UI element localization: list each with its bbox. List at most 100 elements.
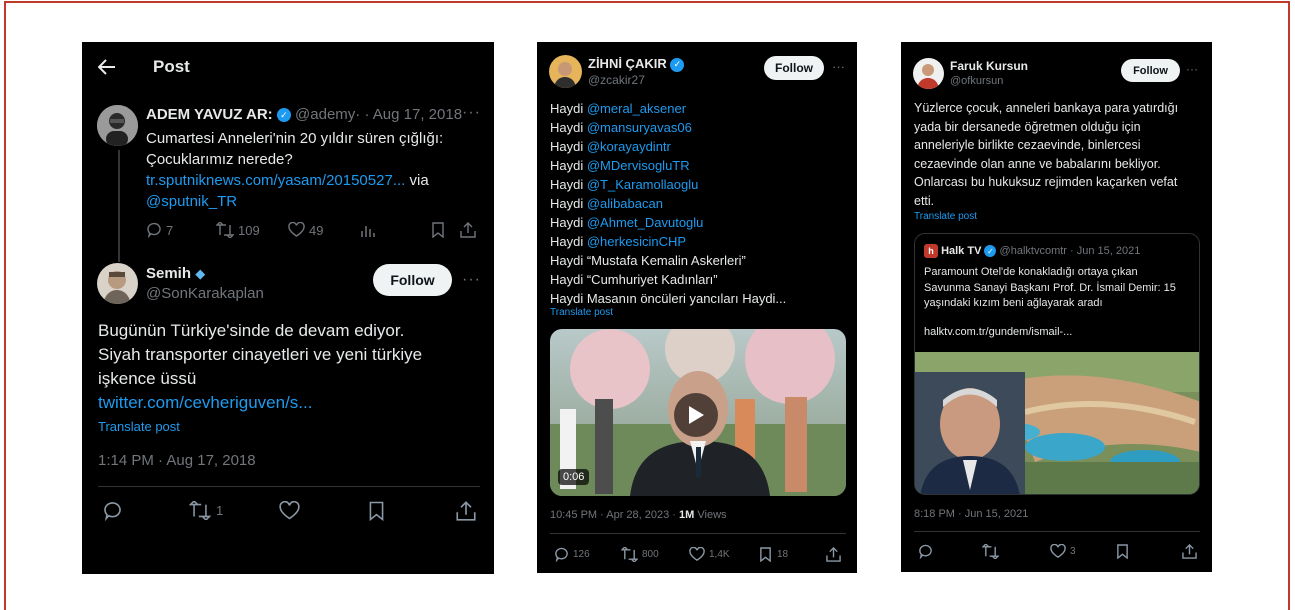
mention-line: Haydi @MDervisogluTR [550, 156, 786, 175]
haydi-text: Haydi [550, 139, 587, 154]
mention-link[interactable]: @sputnik_TR [146, 191, 443, 212]
more-options-icon[interactable]: ··· [462, 104, 481, 122]
mention-link[interactable]: @MDervisogluTR [587, 158, 690, 173]
post-timestamp[interactable]: 10:45 PM · Apr 28, 2023 · 1M Views [550, 509, 727, 521]
bookmark-icon[interactable] [368, 501, 385, 524]
mention-link[interactable]: @meral_aksener [587, 101, 686, 116]
post-date[interactable]: · Aug 17, 2018 [364, 106, 462, 123]
thread-connector-line [118, 150, 120, 262]
repost-button[interactable]: 109 [216, 222, 260, 238]
repost-button[interactable]: 800 [621, 547, 659, 562]
mention-link[interactable]: @Ahmet_Davutoglu [587, 215, 704, 230]
bookmark-icon[interactable] [431, 222, 445, 241]
author-name[interactable]: Semih [146, 265, 191, 282]
heart-icon [1050, 544, 1066, 558]
avatar[interactable] [913, 58, 944, 89]
quoted-post-date[interactable]: · Jun 15, 2021 [1070, 245, 1140, 257]
mention-line: Haydi @mansuryavas06 [550, 118, 786, 137]
reply-icon[interactable] [918, 544, 933, 562]
page-title: Post [153, 57, 190, 76]
bookmark-icon [760, 547, 771, 562]
like-button[interactable]: 1,4K [689, 547, 730, 562]
repost-count: 109 [238, 222, 260, 238]
post-text-line: Siyah transporter cinayetleri ve yeni tü… [98, 345, 423, 364]
analytics-icon[interactable] [360, 223, 376, 241]
author-handle[interactable]: @SonKarakaplan [146, 285, 264, 302]
avatar[interactable] [549, 55, 582, 88]
reply-count: 7 [166, 222, 174, 238]
more-options-icon[interactable]: ··· [1186, 62, 1198, 76]
bookmark-button[interactable]: 18 [759, 547, 788, 562]
like-button[interactable]: 3 [1050, 544, 1076, 559]
author-handle[interactable]: @ofkursun [950, 75, 1003, 87]
mention-line: Haydi @meral_aksener [550, 99, 786, 118]
more-options-icon[interactable]: ··· [832, 59, 845, 74]
translate-post-link[interactable]: Translate post [98, 419, 180, 434]
mention-list: Haydi @meral_aksener Haydi @mansuryavas06… [550, 99, 786, 251]
mention-link[interactable]: @mansuryavas06 [587, 120, 692, 135]
action-bar: 7 109 49 [146, 222, 476, 240]
follow-button[interactable]: Follow [373, 264, 452, 296]
haydi-text: Haydi [550, 101, 587, 116]
video-player[interactable]: 0:06 [550, 329, 846, 496]
repost-icon[interactable] [981, 543, 1000, 562]
translate-post-link[interactable]: Translate post [550, 307, 613, 318]
quoted-author-handle[interactable]: @halktvcomtr [1000, 245, 1067, 257]
avatar[interactable] [97, 263, 138, 304]
mention-link[interactable]: @herkesicinCHP [587, 234, 686, 249]
post-text-line: Onlarcası bu hukuksuz rejimden kaçarken … [914, 175, 1178, 189]
author-name[interactable]: ADEM YAVUZ AR: [146, 106, 273, 123]
back-arrow-icon[interactable] [98, 59, 116, 75]
mention-link[interactable]: @T_Karamollaoglu [587, 177, 698, 192]
quoted-post-card[interactable]: h Halk TV ✓ @halktvcomtr · Jun 15, 2021 … [914, 233, 1200, 495]
like-count: 3 [1070, 546, 1076, 557]
reply-button[interactable]: 7 [146, 222, 173, 238]
author-handle[interactable]: @zcakir27 [588, 73, 645, 87]
heart-icon[interactable] [279, 500, 300, 524]
share-icon[interactable] [456, 501, 476, 524]
diamond-icon: ◆ [195, 266, 206, 281]
haydi-text: Haydi [550, 158, 587, 173]
like-button[interactable]: 49 [288, 222, 323, 238]
avatar[interactable] [97, 105, 138, 146]
bookmark-count: 18 [777, 549, 789, 560]
mention-link[interactable]: @alibabacan [587, 196, 663, 211]
quoted-link[interactable]: halktv.com.tr/gundem/ismail-... [924, 326, 1072, 338]
reply-count: 126 [573, 549, 590, 560]
haydi-text: Haydi [550, 234, 587, 249]
author-name[interactable]: Faruk Kursun [950, 59, 1028, 73]
reply-icon [555, 547, 568, 562]
quoted-author-name[interactable]: Halk TV [941, 245, 981, 257]
share-icon[interactable] [826, 546, 841, 565]
share-icon[interactable] [1182, 543, 1197, 562]
repost-button[interactable]: 1 [189, 501, 223, 520]
quoted-text-line: yaşındaki kızım beni ağlayarak aradı [924, 297, 1103, 309]
reply-icon[interactable] [102, 501, 123, 524]
post-link[interactable]: twitter.com/cevheriguven/s... [98, 391, 488, 415]
author-handle[interactable]: @ademy· [295, 106, 360, 123]
more-options-icon[interactable]: ··· [462, 271, 481, 289]
post-text-line: Haydi “Cumhuriyet Kadınları” [550, 272, 718, 287]
mention-line: Haydi @herkesicinCHP [550, 232, 786, 251]
author-name[interactable]: ZİHNİ ÇAKIR [588, 56, 667, 71]
bookmark-icon[interactable] [1116, 544, 1129, 562]
follow-button[interactable]: Follow [1121, 59, 1180, 82]
follow-button[interactable]: Follow [764, 56, 824, 80]
reply-button[interactable]: 126 [554, 547, 590, 562]
post-text-line: Yüzlerce çocuk, anneleri bankaya para ya… [914, 101, 1179, 115]
post-text-line: yada bir dersanede öğretmen olduğu için [914, 119, 1141, 134]
repost-count: 800 [642, 549, 659, 560]
post-text-line: etti. [914, 193, 935, 208]
translate-post-link[interactable]: Translate post [914, 211, 977, 222]
post-timestamp[interactable]: 8:18 PM · Jun 15, 2021 [914, 508, 1028, 520]
post-timestamp[interactable]: 1:14 PM · Aug 17, 2018 [98, 452, 256, 469]
play-button[interactable] [674, 393, 718, 437]
mention-link[interactable]: @korayaydintr [587, 139, 671, 154]
divider [98, 486, 480, 487]
post-link[interactable]: tr.sputniknews.com/yasam/20150527... [146, 172, 405, 189]
video-post-panel: ZİHNİ ÇAKIR ✓ @zcakir27 Follow ··· Haydi… [537, 42, 857, 573]
like-count: 49 [309, 222, 324, 238]
via-text: via [405, 172, 429, 189]
share-icon[interactable] [460, 222, 476, 241]
play-icon [689, 406, 704, 424]
